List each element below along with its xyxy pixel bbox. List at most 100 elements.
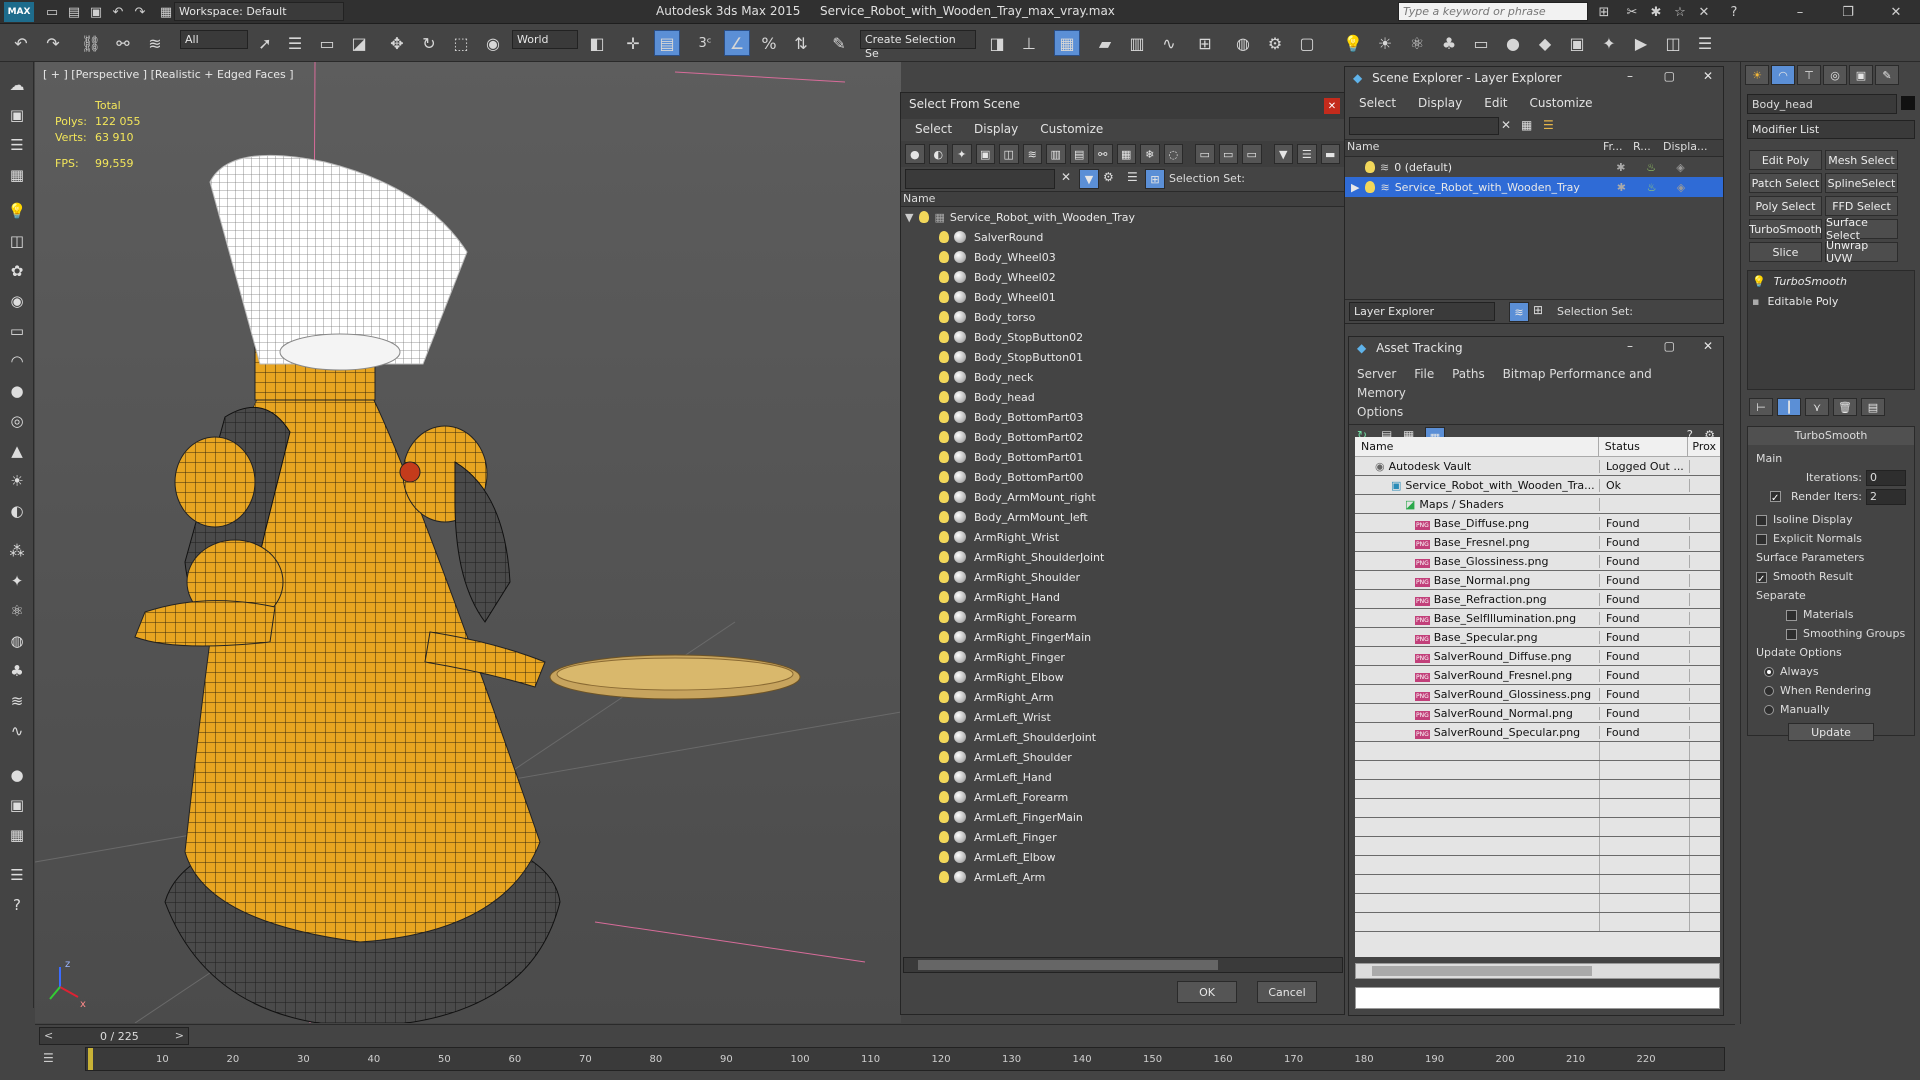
curve-editor-icon[interactable]: ∿ xyxy=(1156,30,1182,56)
vray-mesh-icon[interactable]: ◆ xyxy=(1532,30,1558,56)
isoline-row[interactable]: Isoline Display xyxy=(1756,510,1906,529)
visibility-bulb-icon[interactable] xyxy=(939,651,949,663)
display-cameras-icon[interactable]: ▣ xyxy=(975,144,995,164)
display-frozen-icon[interactable]: ❄ xyxy=(1140,144,1160,164)
visibility-bulb-icon[interactable] xyxy=(939,451,949,463)
visibility-bulb-icon[interactable] xyxy=(939,571,949,583)
search-box[interactable]: Type a keyword or phrase xyxy=(1398,2,1588,21)
at-menu-file[interactable]: File xyxy=(1414,367,1434,381)
clear-search-icon[interactable]: ✕ xyxy=(1061,170,1071,184)
render-iters-checkbox[interactable] xyxy=(1770,489,1782,508)
freeze-icon[interactable]: ✱ xyxy=(1617,181,1647,194)
scene-object-row[interactable]: ArmLeft_ShoulderJoint xyxy=(901,727,1344,747)
scene-object-row[interactable]: Body_BottomPart01 xyxy=(901,447,1344,467)
display-invert-icon[interactable]: ▭ xyxy=(1242,144,1262,164)
communication-icon[interactable]: ✱ xyxy=(1646,3,1666,21)
scene-object-row[interactable]: ArmRight_Elbow xyxy=(901,667,1344,687)
scene-object-row[interactable]: ArmRight_ShoulderJoint xyxy=(901,547,1344,567)
scene-object-row[interactable]: ArmRight_FingerMain xyxy=(901,627,1344,647)
explicit-normals-row[interactable]: Explicit Normals xyxy=(1756,529,1906,548)
when-rendering-radio[interactable] xyxy=(1764,686,1774,696)
display-geometry-icon[interactable]: ● xyxy=(905,144,925,164)
particles-icon[interactable]: ⁂ xyxy=(4,538,30,564)
time-slider[interactable]: < 0 / 225 > xyxy=(39,1027,189,1045)
explorer-type-dropdown[interactable]: Layer Explorer xyxy=(1349,302,1495,321)
asset-row[interactable]: PNG Base_Refraction.png Found xyxy=(1355,590,1720,609)
se-clear-search-icon[interactable]: ✕ xyxy=(1501,118,1511,132)
layer-manager-icon[interactable]: ▰ xyxy=(1092,30,1118,56)
motion-tab-icon[interactable]: ◎ xyxy=(1823,65,1847,85)
undo-small-icon[interactable]: ↶ xyxy=(108,3,128,21)
place-icon[interactable]: ◉ xyxy=(480,30,506,56)
scene-object-row[interactable]: Body_BottomPart00 xyxy=(901,467,1344,487)
sphere-blue-icon[interactable]: ● xyxy=(4,762,30,788)
find-options-icon[interactable]: ⚙ xyxy=(1103,170,1114,184)
foliage-icon[interactable]: ♣ xyxy=(4,658,30,684)
vray-plane-icon[interactable]: ▭ xyxy=(1468,30,1494,56)
menu-select[interactable]: Select xyxy=(915,122,952,138)
scene-object-row[interactable]: Body_Wheel03 xyxy=(901,247,1344,267)
at-menu-bitmap[interactable]: Bitmap Performance and Memory xyxy=(1357,367,1652,400)
display-xrefs-icon[interactable]: ▤ xyxy=(1069,144,1089,164)
sphere-icon[interactable]: ● xyxy=(4,378,30,404)
edit-named-selection-icon[interactable]: ✎ xyxy=(826,30,852,56)
expand-arrow-icon[interactable]: ▼ xyxy=(905,211,913,224)
se-add-to-layer-icon[interactable]: ☰ xyxy=(1543,118,1554,132)
vray-proxy-icon[interactable]: ⚛ xyxy=(1404,30,1430,56)
materials-checkbox[interactable] xyxy=(1786,609,1797,621)
scene-object-row[interactable]: Body_torso xyxy=(901,307,1344,327)
globe-icon[interactable]: ◍ xyxy=(4,628,30,654)
cone-icon[interactable]: ▲ xyxy=(4,438,30,464)
asset-row[interactable]: PNG Base_Glossiness.png Found xyxy=(1355,552,1720,571)
render-teapot-icon[interactable]: ♨ xyxy=(1646,161,1676,174)
menu-customize[interactable]: Customize xyxy=(1040,122,1103,138)
display-lights-icon[interactable]: ✦ xyxy=(952,144,972,164)
layer-stack-icon[interactable]: ☰ xyxy=(1127,170,1138,184)
asset-row[interactable]: PNG Base_Diffuse.png Found xyxy=(1355,514,1720,533)
create-icon[interactable]: ☁ xyxy=(4,72,30,98)
perspective-viewport[interactable]: [ + ] [Perspective ] [Realistic + Edged … xyxy=(35,62,901,1023)
asset-row[interactable]: PNG Base_Specular.png Found xyxy=(1355,628,1720,647)
visibility-bulb-icon[interactable] xyxy=(939,491,949,503)
tree-root[interactable]: ▼ ▦ Service_Robot_with_Wooden_Tray xyxy=(901,207,1344,227)
layer-bulb-icon[interactable] xyxy=(1365,161,1375,173)
display-helpers-icon[interactable]: ◫ xyxy=(999,144,1019,164)
modifier-list-dropdown[interactable]: Modifier List xyxy=(1747,120,1915,139)
at-menu-options[interactable]: Options xyxy=(1357,405,1403,419)
scene-object-row[interactable]: Body_head xyxy=(901,387,1344,407)
iterations-spinner[interactable]: 0 xyxy=(1866,469,1906,486)
scene-object-row[interactable]: Body_ArmMount_right xyxy=(901,487,1344,507)
object-color-swatch[interactable] xyxy=(1901,96,1915,110)
scrollbar-thumb[interactable] xyxy=(918,960,1218,970)
visibility-bulb-icon[interactable] xyxy=(939,611,949,623)
visibility-bulb-icon[interactable] xyxy=(939,291,949,303)
at-menu-paths[interactable]: Paths xyxy=(1452,367,1485,381)
asset-row[interactable]: PNG Base_Normal.png Found xyxy=(1355,571,1720,590)
visibility-bulb-icon[interactable] xyxy=(939,471,949,483)
display-box-icon[interactable]: ◈ xyxy=(1677,181,1685,194)
select-object-icon[interactable]: ➚ xyxy=(252,30,278,56)
slider-prev-icon[interactable]: < xyxy=(44,1029,53,1042)
scene-object-row[interactable]: ArmLeft_Forearm xyxy=(901,787,1344,807)
redo-icon[interactable]: ↷ xyxy=(40,30,66,56)
materials-row[interactable]: Materials xyxy=(1756,605,1906,624)
asset-row[interactable]: PNG SalverRound_Fresnel.png Found xyxy=(1355,666,1720,685)
smooth-result-checkbox[interactable] xyxy=(1756,570,1767,589)
asset-row[interactable]: PNG Base_SelfIllumination.png Found xyxy=(1355,609,1720,628)
visibility-bulb-icon[interactable] xyxy=(939,511,949,523)
visibility-bulb-icon[interactable] xyxy=(939,811,949,823)
frame-icon[interactable]: ▦ xyxy=(4,822,30,848)
asset-row[interactable]: PNG SalverRound_Normal.png Found xyxy=(1355,704,1720,723)
asset-row[interactable]: ◪ Maps / Shaders xyxy=(1355,495,1720,514)
slice-button[interactable]: Slice xyxy=(1749,242,1822,262)
scene-object-row[interactable]: Body_StopButton01 xyxy=(901,347,1344,367)
stack-item-turbosmooth[interactable]: 💡 TurboSmooth xyxy=(1748,271,1914,291)
spinner-snap-icon[interactable]: ⇅ xyxy=(788,30,814,56)
se-close-icon[interactable]: ✕ xyxy=(1703,69,1713,83)
display-bones-icon[interactable]: ⚯ xyxy=(1093,144,1113,164)
layer-row-robot[interactable]: ▶ ≋ Service_Robot_with_Wooden_Tray ✱ ♨ ◈ xyxy=(1345,177,1723,197)
visibility-bulb-icon[interactable] xyxy=(939,411,949,423)
render-setup-icon[interactable]: ⚙ xyxy=(1262,30,1288,56)
sort-by-layer-icon[interactable]: ≋ xyxy=(1509,302,1529,322)
vray-render-icon[interactable]: ▶ xyxy=(1628,30,1654,56)
